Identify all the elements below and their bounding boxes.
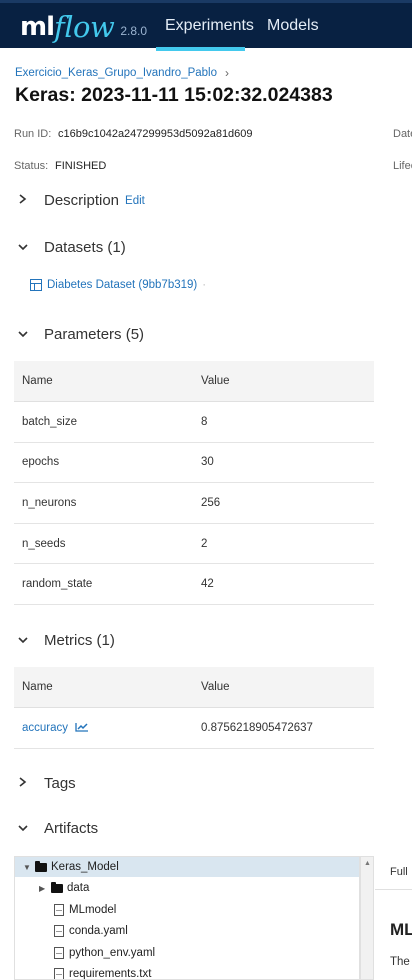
tree-node-label: requirements.txt <box>69 968 152 980</box>
folder-icon <box>51 881 63 893</box>
table-row: batch_size 8 <box>14 402 374 443</box>
param-value: 256 <box>201 496 221 509</box>
logo-ml-text: ml <box>20 12 55 42</box>
run-id-value: c16b9c1042a247299953d5092a81d609 <box>58 128 253 140</box>
top-navbar: ml flow 2.8.0 Experiments Models <box>0 0 412 51</box>
param-name: n_seeds <box>22 537 66 550</box>
chevron-down-icon <box>18 635 32 647</box>
active-nav-indicator <box>156 47 245 51</box>
line-chart-icon[interactable] <box>75 722 89 732</box>
dataset-name: Diabetes Dataset (9bb7b319) <box>47 279 198 291</box>
folder-icon <box>35 860 47 872</box>
date-label: Date <box>393 128 412 140</box>
run-id-label: Run ID: <box>14 128 52 140</box>
page-title: Keras: 2023-11-11 15:02:32.024383 <box>15 84 333 106</box>
artifact-tree: ▼ Keras_Model ▶ data MLmodel conda.yaml … <box>14 856 360 980</box>
param-value: 30 <box>201 456 214 469</box>
artifact-tree-scrollbar[interactable]: ▲ <box>360 856 374 980</box>
preview-text: The <box>390 956 410 968</box>
tree-node-mlmodel[interactable]: MLmodel <box>54 900 116 920</box>
description-title: Description <box>44 192 120 209</box>
mlflow-logo[interactable]: ml flow 2.8.0 <box>20 6 147 46</box>
tree-node-label: conda.yaml <box>69 925 128 937</box>
parameters-title: Parameters (5) <box>44 326 145 343</box>
logo-flow-text: flow <box>54 10 115 44</box>
metric-value: 0.8756218905472637 <box>201 721 313 734</box>
metric-name-link[interactable]: accuracy <box>22 722 89 734</box>
tree-node-data[interactable]: ▶ data <box>39 878 89 898</box>
tags-section-toggle[interactable]: Tags <box>18 775 76 792</box>
table-row: n_neurons 256 <box>14 483 374 524</box>
dataset-link[interactable]: Diabetes Dataset (9bb7b319) · <box>30 279 206 291</box>
metric-name[interactable]: accuracy <box>22 722 68 734</box>
nav-models[interactable]: Models <box>267 17 319 35</box>
column-header-name[interactable]: Name <box>22 681 53 693</box>
status-value: FINISHED <box>55 160 107 172</box>
scroll-up-arrow-icon[interactable]: ▲ <box>364 860 371 867</box>
param-value: 8 <box>201 415 208 428</box>
table-row: accuracy 0.8756218905472637 <box>14 708 374 749</box>
lifecycle-label: Lifec <box>393 160 412 172</box>
dataset-separator: · <box>202 279 207 291</box>
status-label: Status: <box>14 160 49 172</box>
metrics-section-toggle[interactable]: Metrics (1) <box>18 632 115 649</box>
tree-node-requirements[interactable]: requirements.txt <box>54 964 152 980</box>
file-icon <box>54 904 64 916</box>
file-icon <box>54 925 64 937</box>
version-label: 2.8.0 <box>120 24 148 38</box>
artifacts-section-toggle[interactable]: Artifacts <box>18 820 98 837</box>
parameters-section-toggle[interactable]: Parameters (5) <box>18 326 144 343</box>
table-header-row: Name Value <box>14 667 374 708</box>
param-value: 2 <box>201 537 208 550</box>
chevron-right-icon <box>18 194 32 207</box>
artifact-preview-panel: Full ML The <box>375 856 412 980</box>
param-name: n_neurons <box>22 496 77 509</box>
table-icon <box>30 279 42 291</box>
chevron-down-icon <box>18 823 32 835</box>
table-row: epochs 30 <box>14 443 374 484</box>
description-edit-link[interactable]: Edit <box>125 195 145 207</box>
table-row: random_state 42 <box>14 564 374 605</box>
breadcrumb: Exercicio_Keras_Grupo_Ivandro_Pablo › <box>15 66 229 80</box>
breadcrumb-experiment-link[interactable]: Exercicio_Keras_Grupo_Ivandro_Pablo <box>15 67 217 79</box>
file-icon <box>54 968 64 979</box>
tags-title: Tags <box>44 775 76 792</box>
column-header-value[interactable]: Value <box>201 375 230 387</box>
column-header-value[interactable]: Value <box>201 681 230 693</box>
tree-node-conda[interactable]: conda.yaml <box>54 921 128 941</box>
tree-node-python-env[interactable]: python_env.yaml <box>54 943 155 963</box>
chevron-right-icon <box>18 777 32 790</box>
chevron-down-icon <box>18 329 32 341</box>
artifacts-title: Artifacts <box>44 820 99 837</box>
chevron-down-icon <box>18 242 32 254</box>
chevron-right-icon: › <box>225 66 230 80</box>
param-value: 42 <box>201 578 214 591</box>
param-name: batch_size <box>22 415 77 428</box>
tree-node-label: Keras_Model <box>51 861 119 873</box>
caret-down-icon[interactable]: ▼ <box>23 863 35 872</box>
preview-title: ML <box>390 920 412 939</box>
full-path-tab[interactable]: Full <box>375 856 412 890</box>
tree-node-label: python_env.yaml <box>69 947 156 959</box>
param-name: epochs <box>22 456 60 469</box>
metrics-table: Name Value accuracy 0.8756218905472637 <box>14 667 374 749</box>
table-header-row: Name Value <box>14 361 374 402</box>
tree-node-label: MLmodel <box>69 904 117 916</box>
param-name: random_state <box>22 578 93 591</box>
description-section-toggle[interactable]: Description Edit <box>18 192 145 209</box>
nav-experiments[interactable]: Experiments <box>165 17 254 35</box>
tree-node-keras-model[interactable]: ▼ Keras_Model <box>15 857 359 877</box>
datasets-section-toggle[interactable]: Datasets (1) <box>18 239 126 256</box>
file-icon <box>54 947 64 959</box>
caret-right-icon[interactable]: ▶ <box>39 884 51 893</box>
parameters-table: Name Value batch_size 8 epochs 30 n_neur… <box>14 361 374 605</box>
tree-node-label: data <box>67 882 90 894</box>
column-header-name[interactable]: Name <box>22 375 53 387</box>
metrics-title: Metrics (1) <box>44 632 115 649</box>
datasets-title: Datasets (1) <box>44 239 126 256</box>
table-row: n_seeds 2 <box>14 524 374 565</box>
